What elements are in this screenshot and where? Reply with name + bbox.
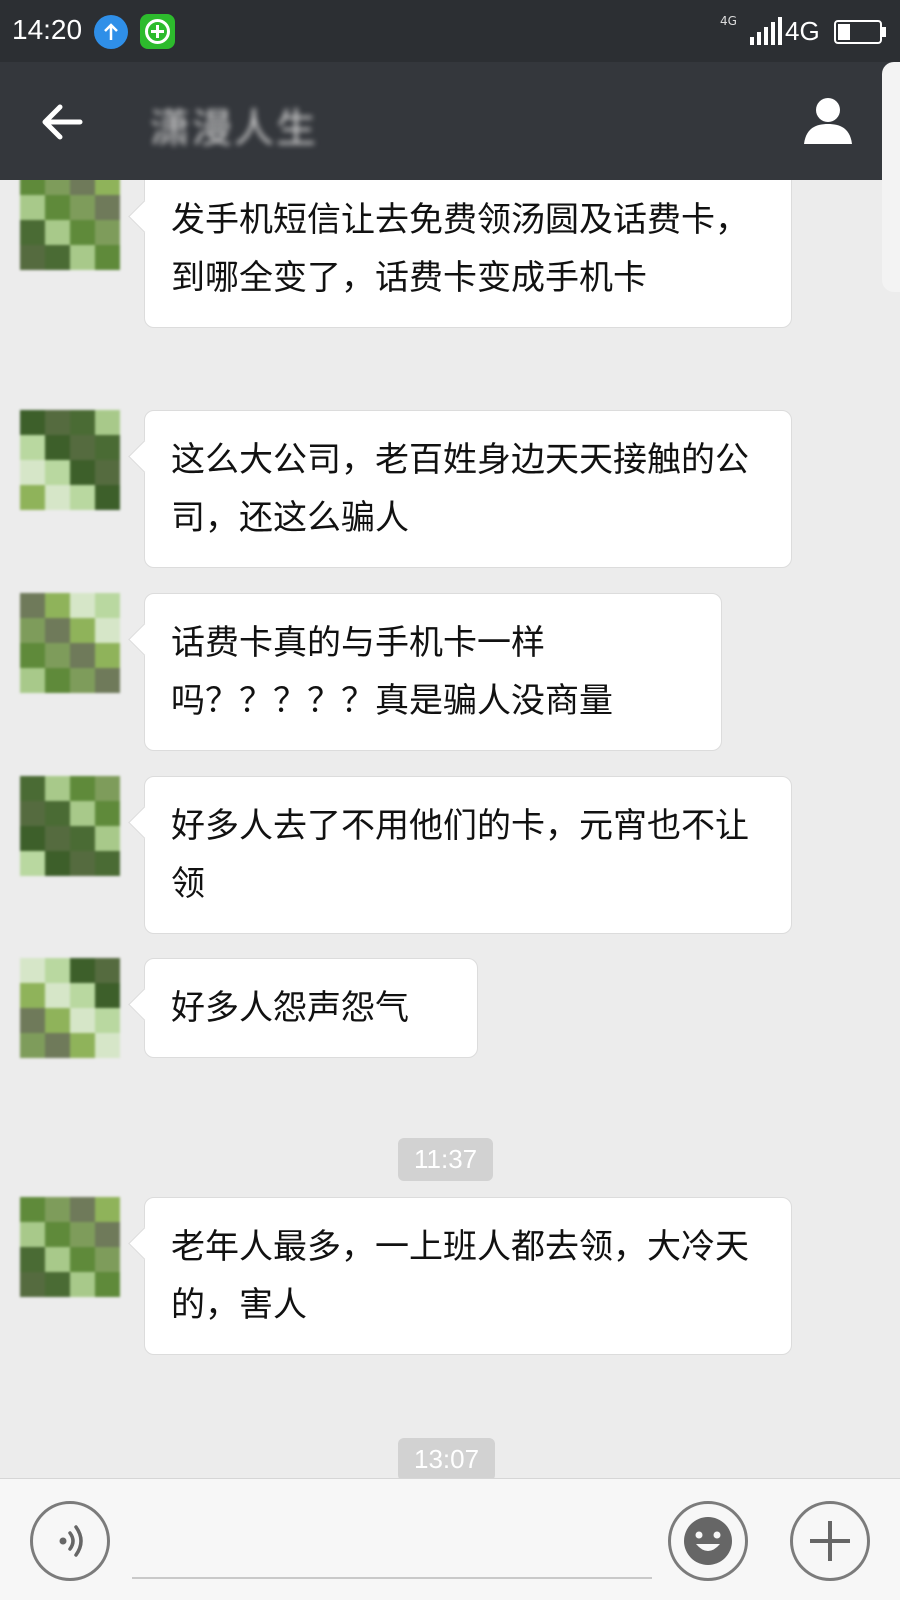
- voice-button[interactable]: [30, 1501, 110, 1581]
- upload-icon: [94, 15, 128, 49]
- network-label: 4G: [785, 16, 820, 46]
- smile-icon: [684, 1517, 732, 1565]
- message-bubble[interactable]: 发手机短信让去免费领汤圆及话费卡，到哪全变了，话费卡变成手机卡: [144, 180, 792, 328]
- avatar[interactable]: [20, 1197, 120, 1297]
- app-icon: [140, 14, 175, 49]
- avatar[interactable]: [20, 593, 120, 693]
- plus-icon: [810, 1521, 850, 1561]
- message-list[interactable]: 发手机短信让去免费领汤圆及话费卡，到哪全变了，话费卡变成手机卡 这么大公司，老百…: [0, 180, 900, 1478]
- battery-icon: [834, 20, 888, 44]
- plus-button[interactable]: [790, 1501, 870, 1581]
- message-timestamp: 11:37: [398, 1138, 494, 1181]
- message-bubble[interactable]: 好多人去了不用他们的卡，元宵也不让领: [144, 776, 792, 934]
- status-bar: 14:20 4G 4G: [0, 0, 900, 62]
- chat-header: 潇漫人生: [0, 62, 900, 180]
- message-bubble[interactable]: 话费卡真的与手机卡一样吗？？？？？真是骗人没商量: [144, 593, 722, 751]
- network-small-label: 4G: [720, 14, 737, 28]
- person-icon[interactable]: [800, 92, 856, 148]
- avatar[interactable]: [20, 180, 120, 270]
- voice-icon: [59, 1525, 83, 1557]
- signal-icon: [748, 17, 788, 45]
- message-bubble[interactable]: 老年人最多，一上班人都去领，大冷天的，害人: [144, 1197, 792, 1355]
- avatar[interactable]: [20, 958, 120, 1058]
- emoji-button[interactable]: [668, 1501, 748, 1581]
- avatar[interactable]: [20, 776, 120, 876]
- message-input[interactable]: [132, 1577, 652, 1579]
- status-time: 14:20: [12, 14, 83, 45]
- avatar[interactable]: [20, 410, 120, 510]
- input-bar: [0, 1478, 900, 1600]
- message-timestamp: 13:07: [398, 1438, 496, 1478]
- message-bubble[interactable]: 好多人怨声怨气: [144, 958, 478, 1058]
- arrow-left-icon[interactable]: [36, 96, 88, 148]
- chat-title: 潇漫人生: [150, 106, 318, 152]
- message-bubble[interactable]: 这么大公司，老百姓身边天天接触的公司，还这么骗人: [144, 410, 792, 568]
